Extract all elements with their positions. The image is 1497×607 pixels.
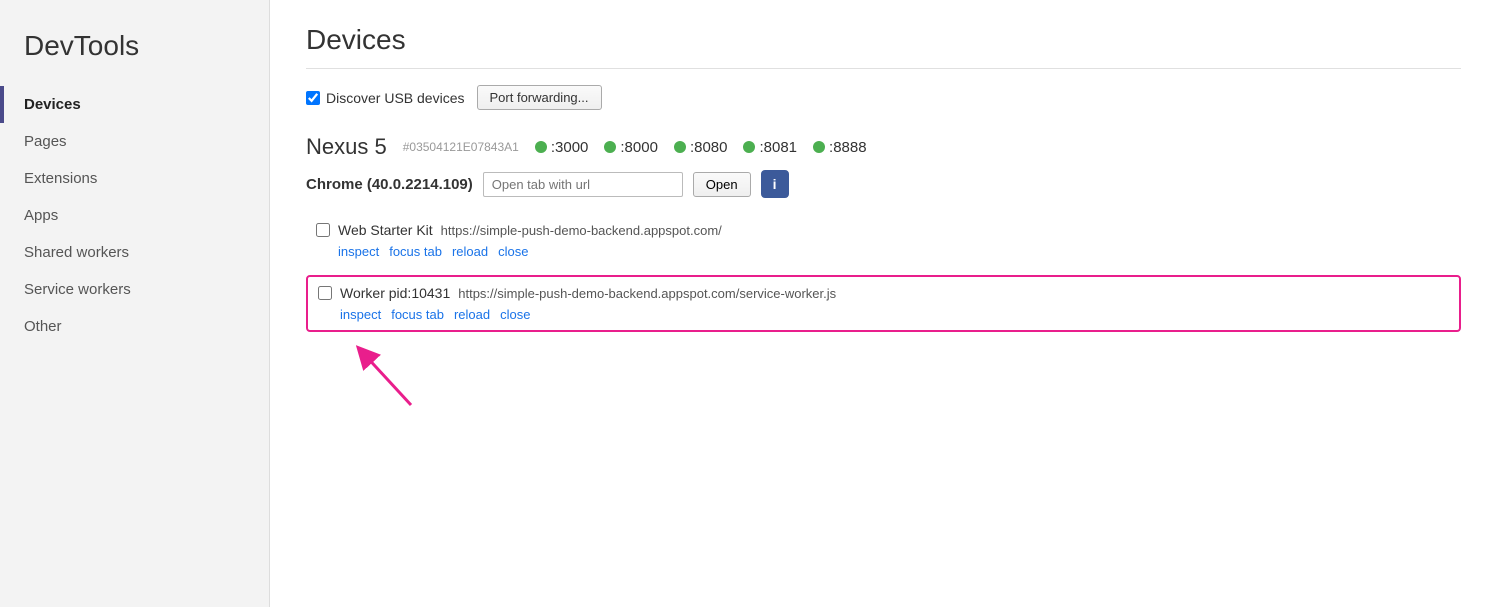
tab-entry-worker: Worker pid:10431 https://simple-push-dem…: [306, 275, 1461, 332]
tab-checkbox-worker[interactable]: [318, 286, 332, 300]
close-link-web-starter-kit[interactable]: close: [498, 244, 528, 259]
tab-name-web-starter-kit: Web Starter Kit: [338, 222, 433, 238]
green-dot-8000: [604, 141, 616, 153]
sidebar-item-other[interactable]: Other: [0, 308, 269, 345]
discover-usb-text: Discover USB devices: [326, 90, 465, 106]
port-8000: :8000: [604, 139, 658, 156]
tab-actions-worker: inspect focus tab reload close: [318, 307, 1449, 322]
annotation-arrow: [346, 340, 426, 410]
device-section: Nexus 5 #03504121E07843A1 :3000 :8000 :8…: [306, 134, 1461, 420]
reload-link-worker[interactable]: reload: [454, 307, 490, 322]
chrome-row: Chrome (40.0.2214.109) Open i: [306, 170, 1461, 198]
main-content: Devices Discover USB devices Port forwar…: [270, 0, 1497, 607]
sidebar-item-service-workers[interactable]: Service workers: [0, 271, 269, 308]
page-title: Devices: [306, 24, 1461, 69]
port-forwarding-button[interactable]: Port forwarding...: [477, 85, 602, 110]
info-icon[interactable]: i: [761, 170, 789, 198]
sidebar-item-apps[interactable]: Apps: [0, 197, 269, 234]
device-header: Nexus 5 #03504121E07843A1 :3000 :8000 :8…: [306, 134, 1461, 160]
green-dot-8080: [674, 141, 686, 153]
reload-link-web-starter-kit[interactable]: reload: [452, 244, 488, 259]
green-dot-8081: [743, 141, 755, 153]
sidebar-item-devices[interactable]: Devices: [0, 86, 269, 123]
focus-tab-link-worker[interactable]: focus tab: [391, 307, 444, 322]
inspect-link-web-starter-kit[interactable]: inspect: [338, 244, 379, 259]
tab-url-worker: https://simple-push-demo-backend.appspot…: [458, 286, 836, 301]
tab-url-web-starter-kit: https://simple-push-demo-backend.appspot…: [441, 223, 722, 238]
discover-usb-label[interactable]: Discover USB devices: [306, 90, 465, 106]
discover-usb-checkbox[interactable]: [306, 91, 320, 105]
sidebar-item-shared-workers[interactable]: Shared workers: [0, 234, 269, 271]
green-dot-8888: [813, 141, 825, 153]
sidebar-item-pages[interactable]: Pages: [0, 123, 269, 160]
green-dot-3000: [535, 141, 547, 153]
device-id: #03504121E07843A1: [403, 140, 519, 154]
tab-checkbox-web-starter-kit[interactable]: [316, 223, 330, 237]
toolbar: Discover USB devices Port forwarding...: [306, 85, 1461, 110]
open-tab-button[interactable]: Open: [693, 172, 751, 197]
tab-entry-web-starter-kit: Web Starter Kit https://simple-push-demo…: [306, 214, 1461, 267]
chrome-label: Chrome (40.0.2214.109): [306, 176, 473, 193]
tab-name-worker: Worker pid:10431: [340, 285, 450, 301]
focus-tab-link-web-starter-kit[interactable]: focus tab: [389, 244, 442, 259]
device-name: Nexus 5: [306, 134, 387, 160]
open-tab-url-input[interactable]: [483, 172, 683, 197]
sidebar: DevTools Devices Pages Extensions Apps S…: [0, 0, 270, 607]
close-link-worker[interactable]: close: [500, 307, 530, 322]
tab-actions-web-starter-kit: inspect focus tab reload close: [316, 244, 1451, 259]
port-8888: :8888: [813, 139, 867, 156]
inspect-link-worker[interactable]: inspect: [340, 307, 381, 322]
port-8080: :8080: [674, 139, 728, 156]
port-3000: :3000: [535, 139, 589, 156]
sidebar-item-extensions[interactable]: Extensions: [0, 160, 269, 197]
port-8081: :8081: [743, 139, 797, 156]
annotation-arrow-container: [306, 340, 1461, 420]
app-title: DevTools: [0, 20, 269, 86]
